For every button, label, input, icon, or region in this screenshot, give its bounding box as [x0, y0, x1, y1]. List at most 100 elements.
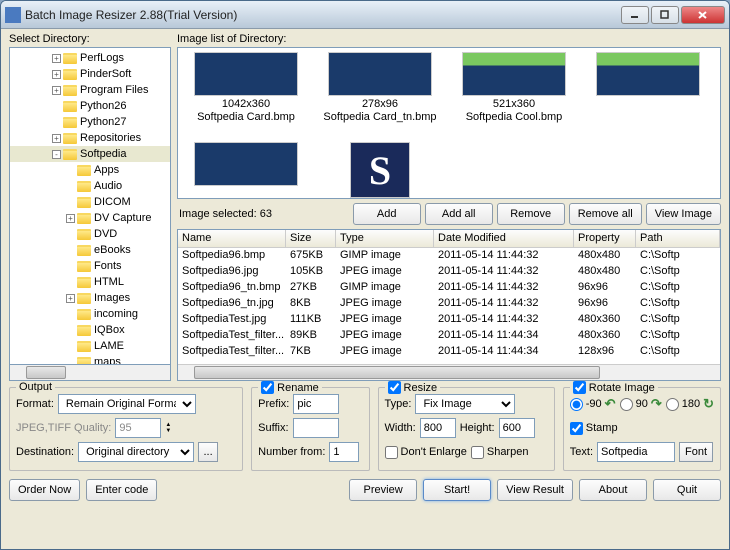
- tree-item[interactable]: HTML: [10, 274, 170, 290]
- output-group: Output Format: Remain Original Format JP…: [9, 387, 243, 471]
- expand-icon[interactable]: +: [66, 214, 75, 223]
- tree-item[interactable]: LAME: [10, 338, 170, 354]
- resize-type-select[interactable]: Fix Image: [415, 394, 515, 414]
- browse-button[interactable]: ...: [198, 442, 218, 462]
- tree-item[interactable]: Python27: [10, 114, 170, 130]
- table-scrollbar[interactable]: [178, 364, 720, 380]
- table-row[interactable]: Softpedia96.bmp675KBGIMP image2011-05-14…: [178, 248, 720, 264]
- thumbnail-image: [194, 142, 298, 186]
- rot-m90-radio[interactable]: [570, 398, 583, 411]
- rotate-checkbox[interactable]: [573, 381, 586, 394]
- view-image-button[interactable]: View Image: [646, 203, 721, 225]
- col-date[interactable]: Date Modified: [434, 230, 574, 247]
- expand-icon[interactable]: -: [52, 150, 61, 159]
- tree-item[interactable]: incoming: [10, 306, 170, 322]
- quit-button[interactable]: Quit: [653, 479, 721, 501]
- table-row[interactable]: Softpedia96.jpg105KBJPEG image2011-05-14…: [178, 264, 720, 280]
- table-row[interactable]: SoftpediaTest.jpg111KBJPEG image2011-05-…: [178, 312, 720, 328]
- number-from-input[interactable]: [329, 442, 359, 462]
- folder-icon: [63, 53, 77, 64]
- add-all-button[interactable]: Add all: [425, 203, 493, 225]
- tree-item[interactable]: DICOM: [10, 194, 170, 210]
- expand-icon[interactable]: +: [66, 294, 75, 303]
- thumbnail-item[interactable]: 1042x360Softpedia Card.bmp: [188, 52, 304, 124]
- tree-item[interactable]: maps: [10, 354, 170, 365]
- table-row[interactable]: Softpedia96_tn.bmp27KBGIMP image2011-05-…: [178, 280, 720, 296]
- rot-90-radio[interactable]: [620, 398, 633, 411]
- expand-icon[interactable]: +: [52, 54, 61, 63]
- col-type[interactable]: Type: [336, 230, 434, 247]
- thumbnail-item[interactable]: 521x360Softpedia Cool.bmp: [456, 52, 572, 124]
- content-area: Select Directory: +PerfLogs+PinderSoft+P…: [1, 29, 729, 549]
- folder-icon: [77, 277, 91, 288]
- directory-tree[interactable]: +PerfLogs+PinderSoft+Program FilesPython…: [9, 47, 171, 365]
- tree-scrollbar[interactable]: [9, 365, 171, 381]
- expand-icon[interactable]: +: [52, 70, 61, 79]
- col-name[interactable]: Name: [178, 230, 286, 247]
- stamp-checkbox[interactable]: [570, 422, 583, 435]
- table-row[interactable]: SoftpediaTest_filter...7KBJPEG image2011…: [178, 344, 720, 360]
- stamp-text-input[interactable]: [597, 442, 675, 462]
- expand-icon[interactable]: +: [52, 86, 61, 95]
- tree-item[interactable]: -Softpedia: [10, 146, 170, 162]
- rotate-ccw-icon: ↶: [605, 396, 616, 412]
- tree-item[interactable]: eBooks: [10, 242, 170, 258]
- preview-button[interactable]: Preview: [349, 479, 417, 501]
- rot-180-radio[interactable]: [666, 398, 679, 411]
- tree-item[interactable]: IQBox: [10, 322, 170, 338]
- tree-item[interactable]: +Images: [10, 290, 170, 306]
- rename-checkbox[interactable]: [261, 381, 274, 394]
- dont-enlarge-checkbox[interactable]: [385, 446, 398, 459]
- enter-code-button[interactable]: Enter code: [86, 479, 157, 501]
- image-list-label: Image list of Directory:: [177, 33, 721, 45]
- thumbnail-item[interactable]: [188, 142, 304, 199]
- order-button[interactable]: Order Now: [9, 479, 80, 501]
- thumbnail-image: [328, 52, 432, 96]
- destination-select[interactable]: Original directory: [78, 442, 194, 462]
- folder-icon: [77, 341, 91, 352]
- thumbnail-item[interactable]: S: [322, 142, 438, 199]
- start-button[interactable]: Start!: [423, 479, 491, 501]
- tree-item[interactable]: Python26: [10, 98, 170, 114]
- tree-item[interactable]: Audio: [10, 178, 170, 194]
- tree-item[interactable]: DVD: [10, 226, 170, 242]
- thumbnail-item[interactable]: 278x96Softpedia Card_tn.bmp: [322, 52, 438, 124]
- table-row[interactable]: Softpedia96_tn.jpg8KBJPEG image2011-05-1…: [178, 296, 720, 312]
- height-input[interactable]: [499, 418, 535, 438]
- tree-item[interactable]: +PerfLogs: [10, 50, 170, 66]
- about-button[interactable]: About: [579, 479, 647, 501]
- suffix-input[interactable]: [293, 418, 339, 438]
- tree-item[interactable]: +PinderSoft: [10, 66, 170, 82]
- col-path[interactable]: Path: [636, 230, 720, 247]
- tree-item[interactable]: +DV Capture: [10, 210, 170, 226]
- table-row[interactable]: SoftpediaTest_filter...89KBJPEG image201…: [178, 328, 720, 344]
- tree-item[interactable]: Fonts: [10, 258, 170, 274]
- col-size[interactable]: Size: [286, 230, 336, 247]
- width-input[interactable]: [420, 418, 456, 438]
- app-icon: [5, 7, 21, 23]
- prefix-input[interactable]: [293, 394, 339, 414]
- table-body[interactable]: Softpedia96.bmp675KBGIMP image2011-05-14…: [178, 248, 720, 364]
- tree-item[interactable]: +Repositories: [10, 130, 170, 146]
- tree-item[interactable]: Apps: [10, 162, 170, 178]
- tree-item[interactable]: +Program Files: [10, 82, 170, 98]
- thumbnail-item[interactable]: [590, 52, 706, 124]
- format-select[interactable]: Remain Original Format: [58, 394, 196, 414]
- maximize-button[interactable]: [651, 6, 679, 24]
- folder-icon: [77, 229, 91, 240]
- remove-all-button[interactable]: Remove all: [569, 203, 642, 225]
- quality-input[interactable]: [115, 418, 161, 438]
- selected-count: Image selected: 63: [177, 208, 349, 220]
- minimize-button[interactable]: [621, 6, 649, 24]
- add-button[interactable]: Add: [353, 203, 421, 225]
- resize-checkbox[interactable]: [388, 381, 401, 394]
- view-result-button[interactable]: View Result: [497, 479, 573, 501]
- spinner-icon[interactable]: ▲▼: [165, 422, 171, 434]
- col-prop[interactable]: Property: [574, 230, 636, 247]
- expand-icon[interactable]: +: [52, 134, 61, 143]
- close-button[interactable]: [681, 6, 725, 24]
- remove-button[interactable]: Remove: [497, 203, 565, 225]
- thumbnail-area[interactable]: 1042x360Softpedia Card.bmp278x96Softpedi…: [177, 47, 721, 199]
- font-button[interactable]: Font: [679, 442, 713, 462]
- sharpen-checkbox[interactable]: [471, 446, 484, 459]
